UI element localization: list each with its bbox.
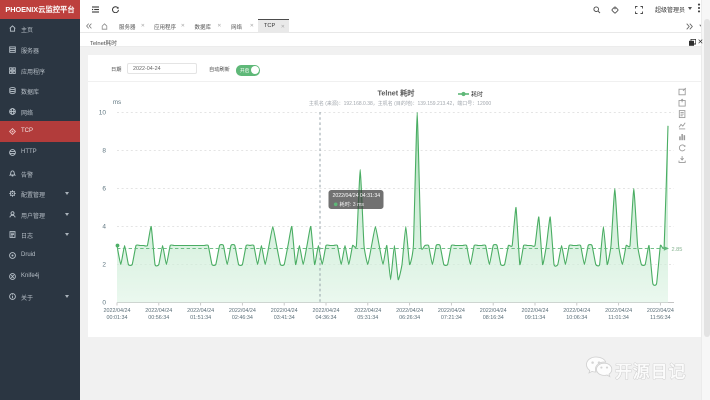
svg-text:09:11:34: 09:11:34 <box>525 315 546 321</box>
svg-text:ms: ms <box>113 99 121 106</box>
svg-text:2022/04/24: 2022/04/24 <box>104 308 131 314</box>
svg-text:04:36:34: 04:36:34 <box>316 315 337 321</box>
svg-text:2022/04/24: 2022/04/24 <box>522 308 549 314</box>
svg-text:2022/04/24: 2022/04/24 <box>354 308 381 314</box>
svg-text:2: 2 <box>102 262 106 269</box>
svg-text:2.85: 2.85 <box>672 247 683 253</box>
svg-text:11:01:34: 11:01:34 <box>608 315 629 321</box>
svg-text:2022/04/24: 2022/04/24 <box>229 308 256 314</box>
svg-text:2022/04/24: 2022/04/24 <box>563 308 590 314</box>
svg-text:02:46:34: 02:46:34 <box>232 315 253 321</box>
svg-text:06:26:34: 06:26:34 <box>399 315 420 321</box>
svg-text:2022/04/24: 2022/04/24 <box>647 308 674 314</box>
svg-text:6: 6 <box>102 186 106 193</box>
svg-text:8: 8 <box>102 148 106 155</box>
svg-text:01:51:34: 01:51:34 <box>190 315 211 321</box>
svg-text:00:01:34: 00:01:34 <box>107 315 128 321</box>
svg-text:08:16:34: 08:16:34 <box>483 315 504 321</box>
svg-text:03:41:34: 03:41:34 <box>274 315 295 321</box>
svg-text:2022/04/24: 2022/04/24 <box>145 308 172 314</box>
svg-text:2022/04/24: 2022/04/24 <box>313 308 340 314</box>
svg-text:2022/04/24: 2022/04/24 <box>480 308 507 314</box>
svg-text:11:56:34: 11:56:34 <box>650 315 671 321</box>
svg-text:10: 10 <box>99 110 107 117</box>
svg-text:耗时: 3 ms: 耗时: 3 ms <box>340 200 365 208</box>
svg-text:0: 0 <box>102 300 106 307</box>
svg-text:4: 4 <box>102 224 106 231</box>
svg-text:2022/04/24 04:31:34: 2022/04/24 04:31:34 <box>333 193 381 199</box>
svg-text:耗时: 耗时 <box>471 91 483 99</box>
svg-text:2022/04/24: 2022/04/24 <box>438 308 465 314</box>
svg-text:2022/04/24: 2022/04/24 <box>271 308 298 314</box>
svg-text:2022/04/24: 2022/04/24 <box>187 308 214 314</box>
svg-text:2022/04/24: 2022/04/24 <box>605 308 632 314</box>
svg-text:00:56:34: 00:56:34 <box>148 315 169 321</box>
svg-text:2022/04/24: 2022/04/24 <box>396 308 423 314</box>
svg-text:10:06:34: 10:06:34 <box>566 315 587 321</box>
svg-text:Telnet 耗时: Telnet 耗时 <box>377 89 415 98</box>
svg-text:05:31:34: 05:31:34 <box>357 315 378 321</box>
svg-text:主机名 (来源)：192.168.0.38，主机名 (目的地: 主机名 (来源)：192.168.0.38，主机名 (目的地)：139.159.… <box>309 100 492 107</box>
svg-text:07:21:34: 07:21:34 <box>441 315 462 321</box>
svg-text:开源日记: 开源日记 <box>615 362 686 382</box>
